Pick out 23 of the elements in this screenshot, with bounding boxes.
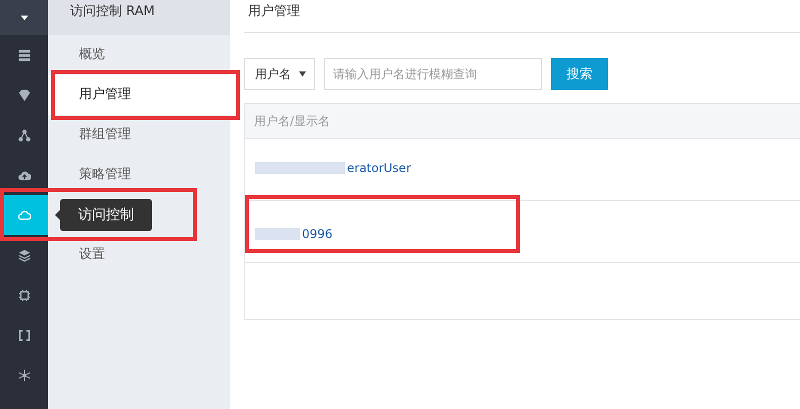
chip-icon [18, 288, 30, 302]
caret-icon [299, 71, 306, 77]
server-icon [18, 48, 30, 62]
submenu-title: 访问控制 RAM [70, 3, 155, 20]
user-link[interactable]: eratorUser [347, 161, 412, 175]
menu-item[interactable]: 群组管理 [48, 115, 230, 155]
search-field[interactable]: 请输入用户名进行模糊查询 [324, 58, 542, 90]
cloud-upload-icon [18, 168, 30, 182]
network-icon [18, 368, 30, 382]
menu-item[interactable]: 策略管理 [48, 155, 230, 195]
menu-item[interactable]: 设置 [48, 235, 230, 275]
layers-icon [18, 248, 30, 262]
menu-item[interactable]: 用户管理 [48, 75, 230, 115]
cloud-icon [18, 208, 30, 222]
tooltip: 访问控制 [60, 199, 152, 231]
menu-item[interactable]: 概览 [48, 35, 230, 75]
gem-icon [18, 88, 30, 102]
brackets-icon [18, 328, 30, 342]
field-select[interactable]: 用户名 [244, 58, 315, 90]
page-title: 用户管理 [248, 4, 300, 19]
user-link[interactable]: 0996 [302, 227, 333, 241]
nodes-icon [18, 128, 30, 142]
column-header: 用户名/显示名 [254, 112, 330, 130]
